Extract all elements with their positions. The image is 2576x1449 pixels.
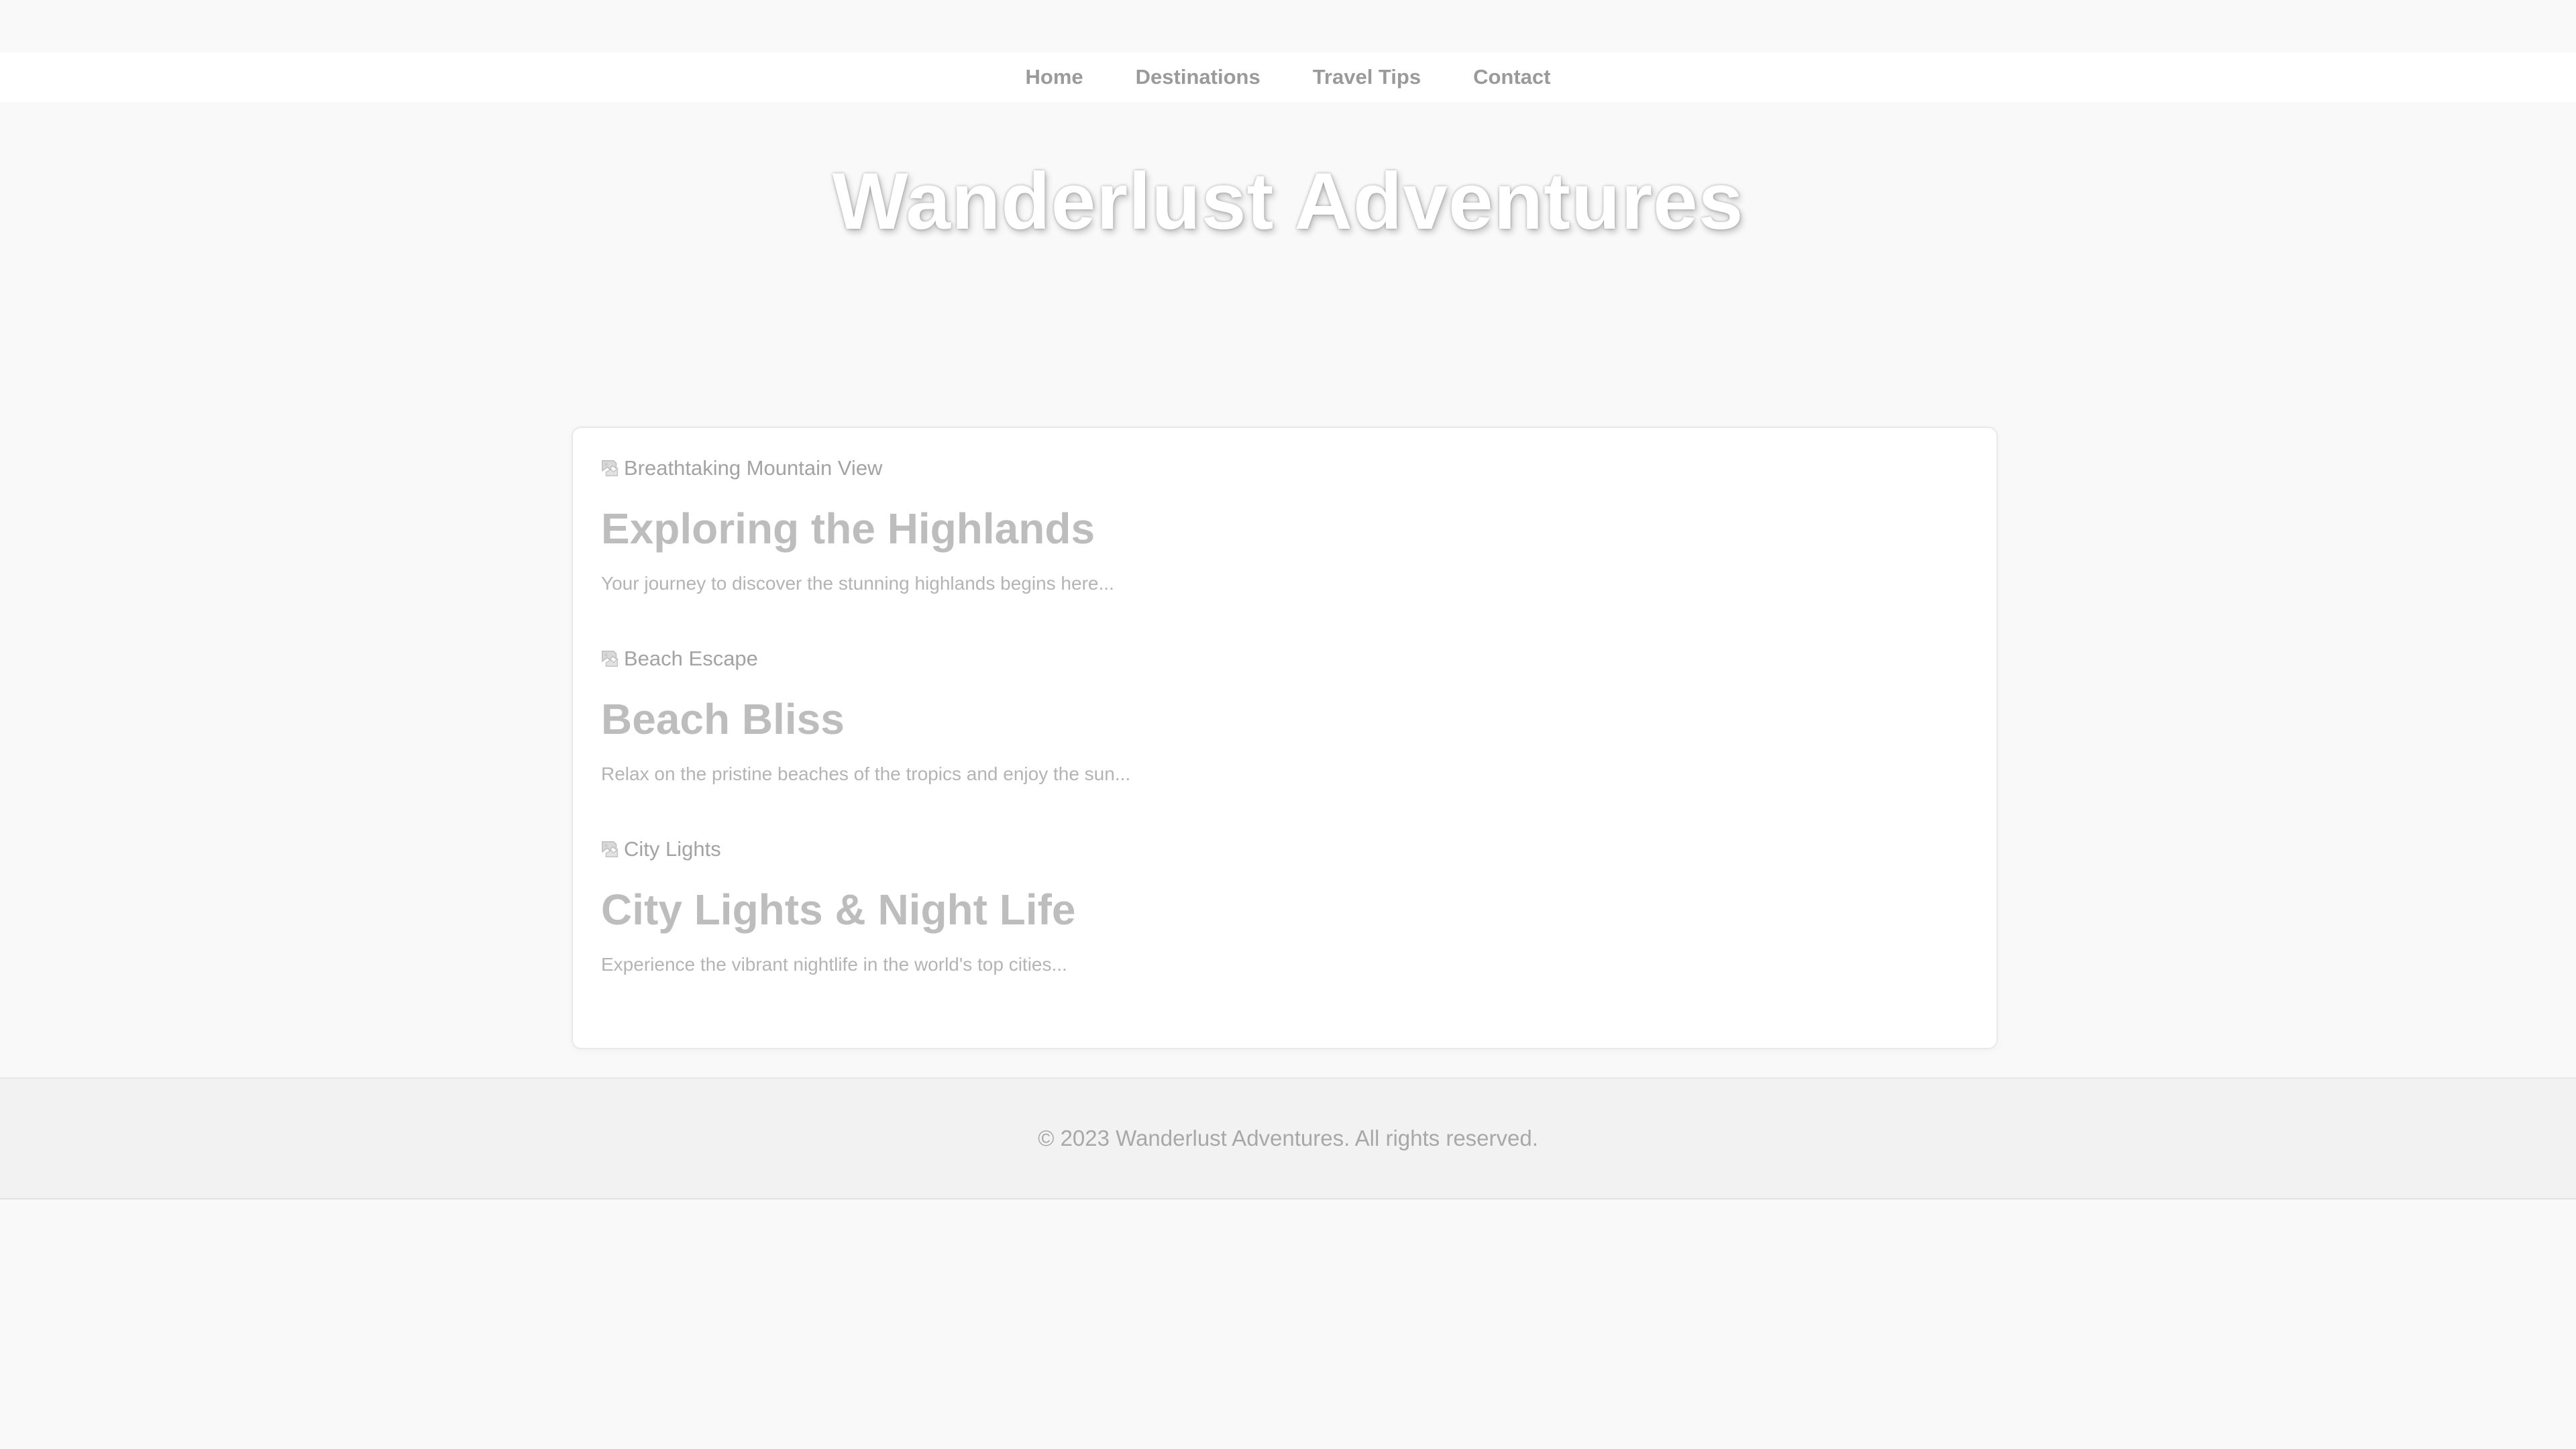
broken-image-icon bbox=[602, 460, 619, 476]
post-title[interactable]: Beach Bliss bbox=[601, 692, 845, 746]
broken-image-icon bbox=[602, 651, 619, 667]
post-image-alt: City Lights bbox=[624, 837, 721, 861]
posts-card: Breathtaking Mountain View Exploring the… bbox=[572, 427, 1998, 1049]
site-title: Wanderlust Adventures bbox=[832, 156, 1744, 246]
post-excerpt: Your journey to discover the stunning hi… bbox=[601, 573, 1114, 594]
post-excerpt: Relax on the pristine beaches of the tro… bbox=[601, 763, 1131, 784]
footer-copyright: © 2023 Wanderlust Adventures. All rights… bbox=[1038, 1126, 1538, 1150]
post-item: Breathtaking Mountain View Exploring the… bbox=[601, 455, 1114, 594]
post-image-alt: Breathtaking Mountain View bbox=[624, 456, 883, 480]
nav-link-destinations[interactable]: Destinations bbox=[1136, 65, 1260, 89]
post-item: City Lights City Lights & Night Life Exp… bbox=[601, 836, 1076, 975]
post-image-alt: Beach Escape bbox=[624, 647, 758, 670]
nav-link-travel-tips[interactable]: Travel Tips bbox=[1313, 65, 1421, 89]
main-nav: Home Destinations Travel Tips Contact bbox=[0, 52, 2576, 102]
nav-link-home[interactable]: Home bbox=[1026, 65, 1083, 89]
nav-link-contact[interactable]: Contact bbox=[1473, 65, 1550, 89]
post-image: City Lights bbox=[601, 836, 721, 863]
post-title[interactable]: City Lights & Night Life bbox=[601, 883, 1076, 936]
site-footer: © 2023 Wanderlust Adventures. All rights… bbox=[0, 1077, 2576, 1199]
post-image: Breathtaking Mountain View bbox=[601, 455, 882, 482]
broken-image-icon bbox=[602, 841, 619, 857]
post-title[interactable]: Exploring the Highlands bbox=[601, 502, 1095, 555]
post-excerpt: Experience the vibrant nightlife in the … bbox=[601, 954, 1067, 975]
post-item: Beach Escape Beach Bliss Relax on the pr… bbox=[601, 645, 1130, 784]
post-image: Beach Escape bbox=[601, 645, 758, 672]
